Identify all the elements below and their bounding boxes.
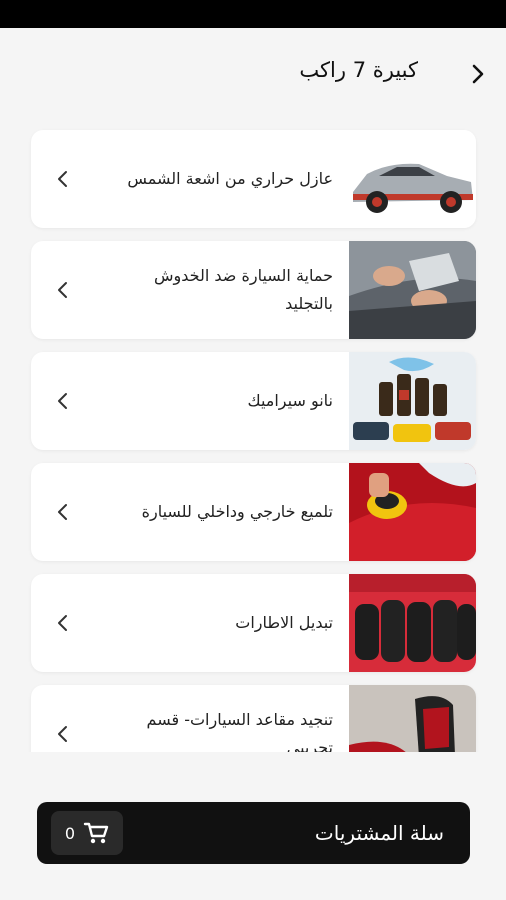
service-label: نانو سيراميك <box>247 391 333 410</box>
service-item-seat-upholstery[interactable]: تنجيد مقاعد السيارات- قسم تجريبي <box>31 685 476 752</box>
service-item-tire-change[interactable]: تبديل الاطارات <box>31 574 476 672</box>
cart-count: 0 <box>64 823 76 843</box>
service-label: تنجيد مقاعد السيارات- قسم تجريبي <box>146 710 333 752</box>
shopping-cart-icon <box>83 822 109 844</box>
service-item-nano-ceramic[interactable]: نانو سيراميك <box>31 352 476 450</box>
chevron-right-icon <box>472 64 484 84</box>
service-label: حماية السيارة ضد الخدوش بالتجليد <box>154 266 333 313</box>
chevron-left-icon <box>58 615 67 631</box>
status-bar <box>0 0 506 28</box>
car-polish-image <box>349 463 476 561</box>
car-wrap-image <box>349 241 476 339</box>
header: كبيرة 7 راكب <box>0 28 506 118</box>
service-label: تبديل الاطارات <box>235 613 333 632</box>
chevron-left-icon <box>58 171 67 187</box>
service-item-scratch-protection[interactable]: حماية السيارة ضد الخدوش بالتجليد <box>31 241 476 339</box>
service-label: تلميع خارجي وداخلي للسيارة <box>141 502 333 521</box>
cart-count-badge: 0 <box>51 811 123 855</box>
chevron-left-icon <box>58 726 67 742</box>
sports-car-image <box>349 130 476 228</box>
back-button[interactable] <box>464 60 492 88</box>
chevron-left-icon <box>58 504 67 520</box>
chevron-left-icon <box>58 282 67 298</box>
service-item-polishing[interactable]: تلميع خارجي وداخلي للسيارة <box>31 463 476 561</box>
nano-ceramic-image <box>349 352 476 450</box>
cart-label: سلة المشتريات <box>314 821 444 845</box>
page-title: كبيرة 7 راكب <box>299 58 418 82</box>
services-list: عازل حراري من اشعة الشمس حماية السيارة ض… <box>0 128 506 752</box>
tires-image <box>349 574 476 672</box>
car-seat-image <box>349 685 476 752</box>
service-label: عازل حراري من اشعة الشمس <box>127 169 333 188</box>
service-item-heat-insulation[interactable]: عازل حراري من اشعة الشمس <box>31 130 476 228</box>
chevron-left-icon <box>58 393 67 409</box>
cart-button[interactable]: سلة المشتريات 0 <box>37 802 470 864</box>
